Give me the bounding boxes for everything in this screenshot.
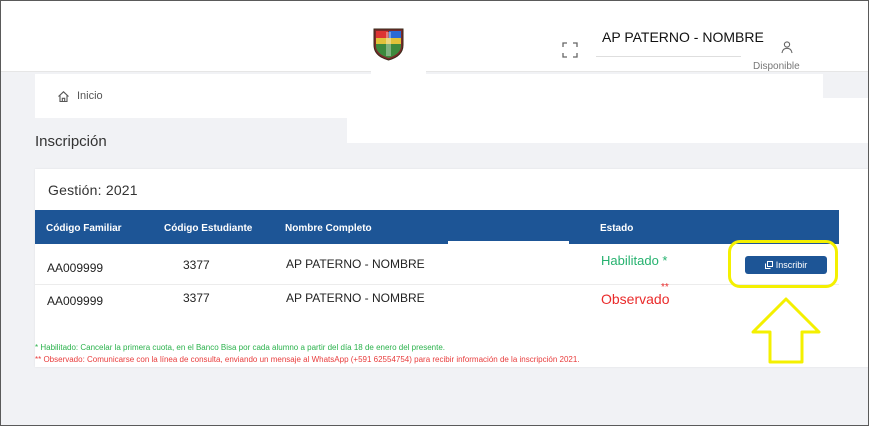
up-arrow-annotation (751, 297, 821, 364)
status-mark: ** (661, 282, 669, 293)
status-observado: Observado (601, 291, 670, 307)
card-title: Gestión: 2021 (48, 182, 138, 198)
school-crest (373, 28, 404, 61)
blank-panel (347, 98, 868, 143)
column-header-nombre: Nombre Completo (285, 223, 372, 234)
breadcrumb-home-link[interactable]: Inicio (77, 90, 103, 102)
table-cell-nombre: AP PATERNO - NOMBRE (286, 291, 425, 305)
app-frame: AP PATERNO - NOMBRE Disponible Inicio In… (0, 0, 869, 426)
column-header-estado: Estado (600, 223, 634, 234)
user-icon[interactable] (780, 40, 794, 54)
table-cell-codigo-familiar: AA009999 (47, 294, 104, 308)
table-cell-codigo-familiar: AA009999 (47, 261, 104, 275)
note-habilitado: * Habilitado: Cancelar la primera cuota,… (35, 343, 446, 352)
table-cell-codigo-estudiante: 3377 (183, 291, 210, 305)
divider (596, 56, 741, 57)
user-status: Disponible (753, 61, 800, 72)
table-cell-nombre: AP PATERNO - NOMBRE (286, 257, 425, 271)
page-title: Inscripción (35, 133, 107, 150)
table-header (35, 210, 839, 244)
table-cell-codigo-estudiante: 3377 (183, 258, 210, 272)
redaction-block (448, 241, 569, 245)
note-observado: ** Observado: Comunicarse con la línea d… (35, 355, 580, 364)
fullscreen-icon[interactable] (562, 42, 578, 58)
home-icon[interactable] (57, 90, 70, 103)
redaction-block (155, 256, 183, 306)
highlight-box (728, 240, 838, 288)
row-divider (35, 284, 839, 285)
status-habilitado: Habilitado * (601, 253, 668, 268)
user-name[interactable]: AP PATERNO - NOMBRE (602, 29, 764, 45)
column-header-codigo-estudiante: Código Estudiante (164, 223, 253, 234)
column-header-codigo-familiar: Código Familiar (46, 223, 122, 234)
